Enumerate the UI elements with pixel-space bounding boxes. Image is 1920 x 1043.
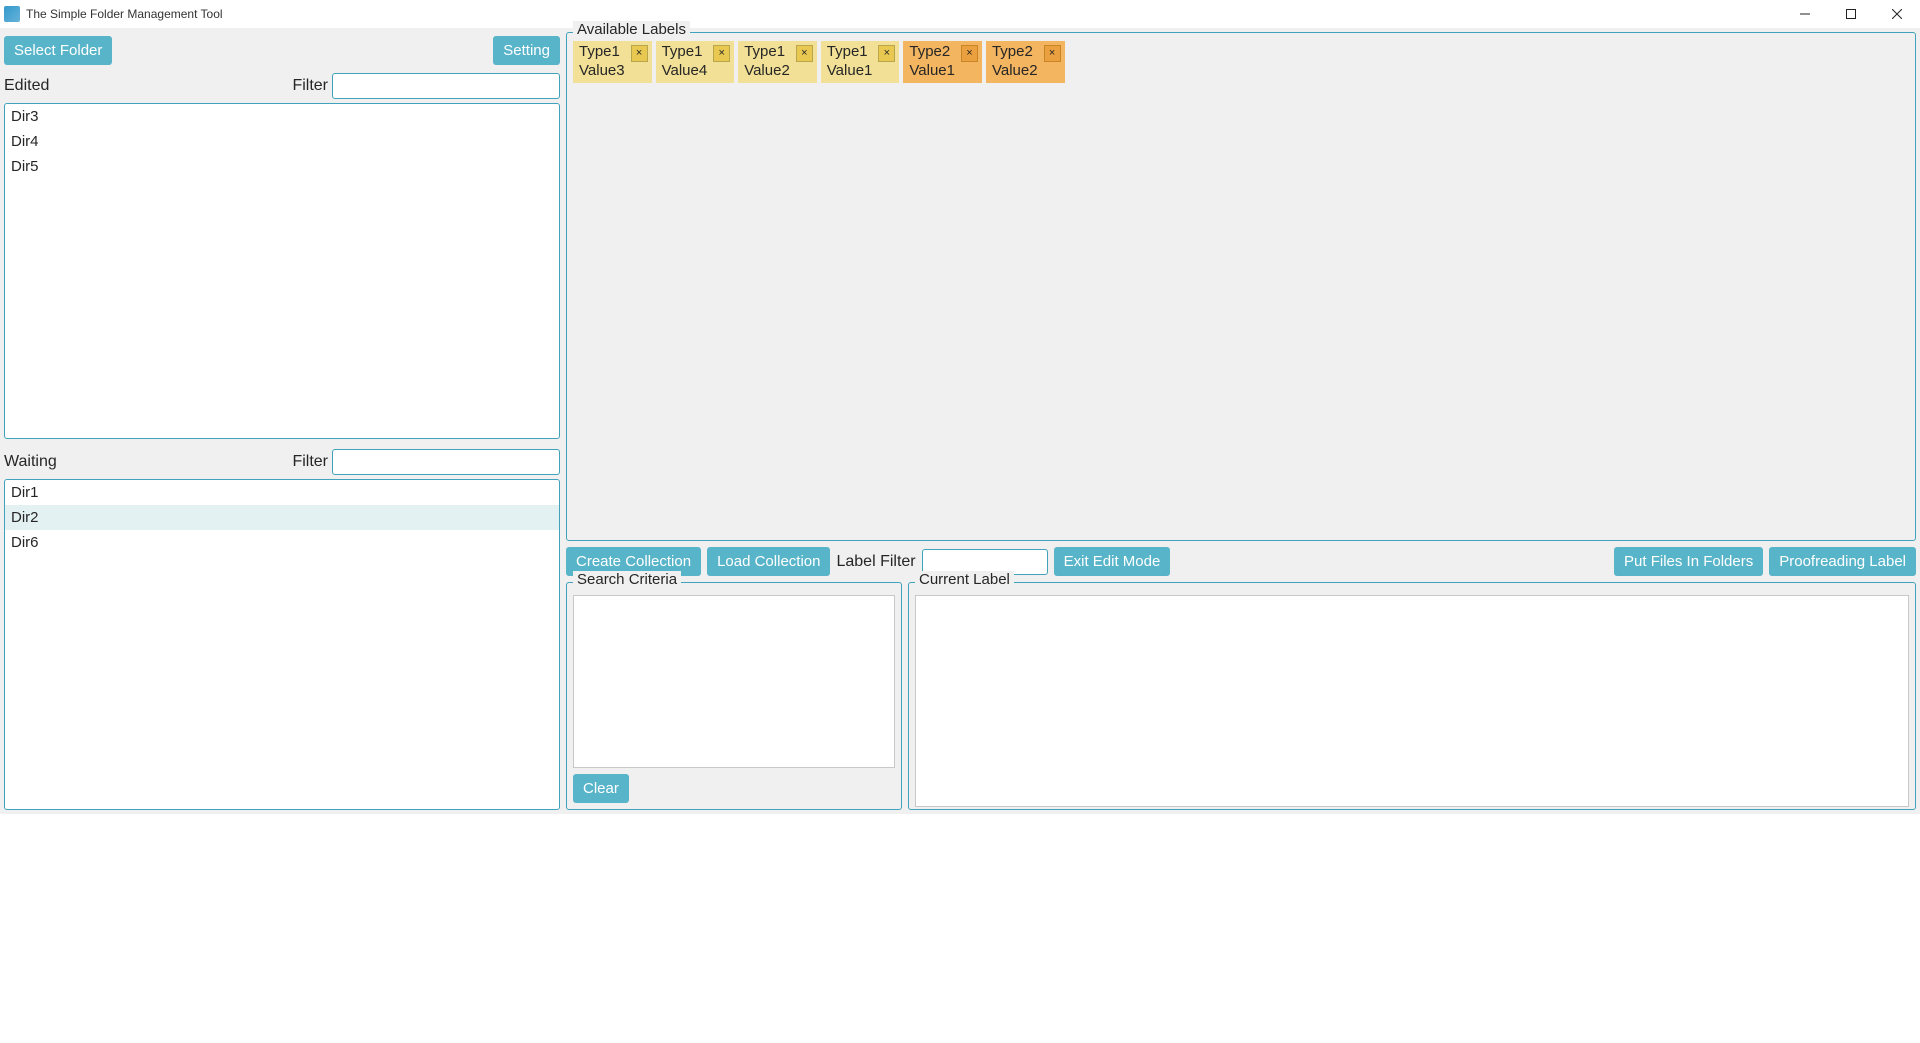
select-folder-button[interactable]: Select Folder	[4, 36, 112, 65]
label-tag[interactable]: Type2Value1 ×	[903, 41, 982, 83]
tag-close-icon[interactable]: ×	[961, 45, 978, 62]
available-labels-panel: Available Labels Type1Value3×Type1Value4…	[566, 32, 1916, 541]
maximize-button[interactable]	[1828, 0, 1874, 28]
right-toolbar: Create Collection Load Collection Label …	[566, 541, 1916, 582]
search-criteria-body	[573, 595, 895, 768]
waiting-listbox[interactable]: Dir1Dir2Dir6	[4, 479, 560, 810]
label-tag[interactable]: Type1Value1 ×	[821, 41, 900, 83]
label-tag[interactable]: Type1Value4 ×	[656, 41, 735, 83]
list-item[interactable]: Dir6	[5, 530, 559, 555]
window-titlebar: The Simple Folder Management Tool	[0, 0, 1920, 28]
label-tag-text: Type2Value2	[992, 43, 1038, 81]
close-icon	[1892, 9, 1902, 19]
edited-header: Edited Filter	[4, 71, 560, 103]
label-tag-text: Type1Value4	[662, 43, 708, 81]
search-criteria-panel: Search Criteria Clear	[566, 582, 902, 810]
tag-close-icon[interactable]: ×	[631, 45, 648, 62]
edited-label: Edited	[4, 77, 49, 95]
label-tag[interactable]: Type2Value2 ×	[986, 41, 1065, 83]
label-tag[interactable]: Type1Value3 ×	[573, 41, 652, 83]
current-label-body	[915, 595, 1909, 807]
current-label-legend: Current Label	[915, 571, 1014, 588]
tag-close-icon[interactable]: ×	[878, 45, 895, 62]
bottom-panels: Search Criteria Clear Current Label	[566, 582, 1916, 810]
left-top-toolbar: Select Folder Setting	[4, 32, 560, 71]
label-tag-text: Type1Value3	[579, 43, 625, 81]
edited-filter-label: Filter	[292, 77, 328, 95]
exit-edit-mode-button[interactable]: Exit Edit Mode	[1054, 547, 1171, 576]
maximize-icon	[1846, 9, 1856, 19]
waiting-filter-label: Filter	[292, 453, 328, 471]
load-collection-button[interactable]: Load Collection	[707, 547, 830, 576]
list-item[interactable]: Dir1	[5, 480, 559, 505]
app-body: Select Folder Setting Edited Filter Dir3…	[0, 28, 1920, 814]
setting-button[interactable]: Setting	[493, 36, 560, 65]
list-item[interactable]: Dir5	[5, 154, 559, 179]
clear-button[interactable]: Clear	[573, 774, 629, 803]
available-labels-legend: Available Labels	[573, 21, 690, 38]
window-controls	[1782, 0, 1920, 28]
label-tag[interactable]: Type1Value2 ×	[738, 41, 817, 83]
left-column: Select Folder Setting Edited Filter Dir3…	[4, 32, 560, 810]
list-item[interactable]: Dir4	[5, 129, 559, 154]
close-button[interactable]	[1874, 0, 1920, 28]
minimize-button[interactable]	[1782, 0, 1828, 28]
window-title: The Simple Folder Management Tool	[26, 7, 1782, 21]
edited-filter-input[interactable]	[332, 73, 560, 99]
right-column: Available Labels Type1Value3×Type1Value4…	[566, 32, 1916, 810]
search-criteria-legend: Search Criteria	[573, 571, 681, 588]
label-filter-label: Label Filter	[836, 553, 915, 571]
waiting-label: Waiting	[4, 453, 57, 471]
list-item[interactable]: Dir3	[5, 104, 559, 129]
waiting-filter-input[interactable]	[332, 449, 560, 475]
current-label-panel: Current Label	[908, 582, 1916, 810]
label-tag-text: Type1Value1	[827, 43, 873, 81]
app-icon	[4, 6, 20, 22]
tag-close-icon[interactable]: ×	[713, 45, 730, 62]
waiting-header: Waiting Filter	[4, 447, 560, 479]
tag-close-icon[interactable]: ×	[1044, 45, 1061, 62]
minimize-icon	[1800, 9, 1810, 19]
label-tag-text: Type2Value1	[909, 43, 955, 81]
available-labels-flow: Type1Value3×Type1Value4×Type1Value2×Type…	[573, 41, 1909, 83]
put-files-button[interactable]: Put Files In Folders	[1614, 547, 1763, 576]
label-tag-text: Type1Value2	[744, 43, 790, 81]
edited-listbox[interactable]: Dir3Dir4Dir5	[4, 103, 560, 439]
tag-close-icon[interactable]: ×	[796, 45, 813, 62]
list-item[interactable]: Dir2	[5, 505, 559, 530]
proofreading-button[interactable]: Proofreading Label	[1769, 547, 1916, 576]
